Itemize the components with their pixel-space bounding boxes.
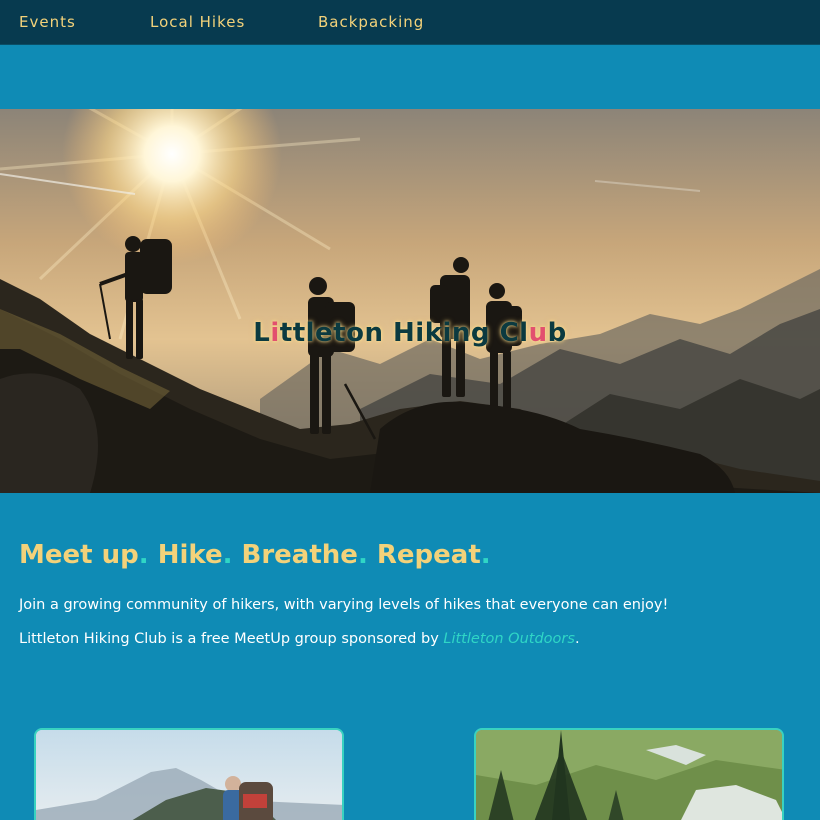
card-meadow-image[interactable] xyxy=(474,728,784,820)
sponsor-link[interactable]: Littleton Outdoors xyxy=(443,631,575,647)
alpine-meadow-image xyxy=(476,730,782,820)
top-nav: Events Local Hikes Backpacking xyxy=(0,0,820,45)
sponsor-text: Littleton Hiking Club is a free MeetUp g… xyxy=(19,631,580,647)
card-hiker-image[interactable] xyxy=(34,728,344,820)
tagline-dot: . xyxy=(480,540,491,570)
tagline-word: Breathe xyxy=(232,540,358,570)
sponsor-prefix: Littleton Hiking Club is a free MeetUp g… xyxy=(19,631,444,647)
hero-title-part: ttleton Hiking Cl xyxy=(279,318,529,348)
hero-title: Littleton Hiking Club xyxy=(0,318,820,348)
sponsor-suffix: . xyxy=(574,631,580,647)
hero-title-part: L xyxy=(253,318,271,348)
hero-title-part: b xyxy=(547,318,567,348)
hero-title-accent: u xyxy=(528,318,548,348)
nav-link-events[interactable]: Events xyxy=(19,13,76,31)
tagline: Meet up. Hike. Breathe. Repeat. xyxy=(19,540,491,570)
hero-image xyxy=(0,109,820,493)
tagline-dot: . xyxy=(357,540,368,570)
hiker-backpack-image xyxy=(36,730,342,820)
tagline-dot: . xyxy=(222,540,233,570)
tagline-word: Hike xyxy=(148,540,223,570)
intro-text: Join a growing community of hikers, with… xyxy=(19,597,669,613)
nav-link-backpacking[interactable]: Backpacking xyxy=(318,13,424,31)
tagline-word: Meet up xyxy=(19,540,139,570)
tagline-dot: . xyxy=(138,540,149,570)
nav-link-local-hikes[interactable]: Local Hikes xyxy=(150,13,245,31)
tagline-word: Repeat xyxy=(367,540,481,570)
hero-banner: Littleton Hiking Club xyxy=(0,109,820,493)
hero-title-accent: i xyxy=(270,318,280,348)
